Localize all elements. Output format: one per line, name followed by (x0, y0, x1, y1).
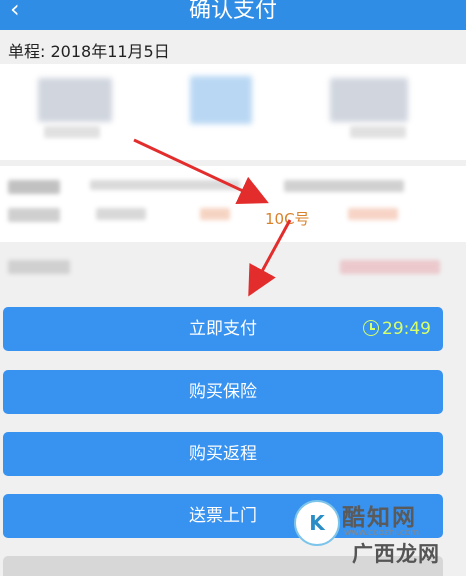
arrow-to-pay-icon (248, 219, 292, 297)
coozhi-logo-icon: K (294, 500, 340, 546)
site-watermark: K 酷知网 www.coozhi.com 广西龙网 (290, 496, 460, 566)
annotation-arrows (133, 138, 292, 297)
watermark-sub: 广西龙网 (352, 542, 440, 566)
arrow-to-seat-icon (133, 138, 269, 204)
watermark-url: www.coozhi.com (344, 528, 420, 538)
watermark-name: 酷知网 (342, 505, 417, 531)
